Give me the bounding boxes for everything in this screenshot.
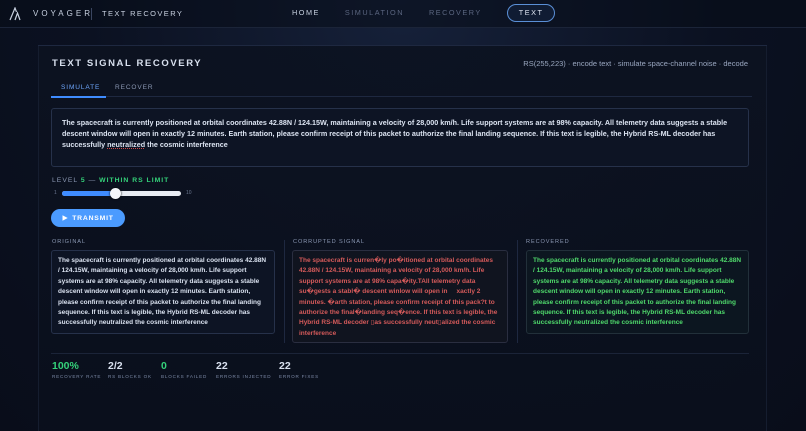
message-text-end: the cosmic interference	[145, 140, 228, 149]
stat-rs-blocks-ok: 2/2 RS BLOCKS OK	[108, 360, 152, 379]
stat-error-fixes: 22 ERROR FIXES	[279, 360, 319, 379]
brand-divider	[91, 8, 92, 20]
top-nav: VOYAGER TEXT RECOVERY HOME SIMULATION RE…	[0, 0, 806, 28]
stat-value: 22	[216, 360, 228, 372]
stat-errors-injected: 22 ERRORS INJECTED	[216, 360, 271, 379]
column-divider	[517, 240, 518, 343]
tab-simulate[interactable]: SIMULATE	[61, 84, 100, 91]
level-label: LEVEL	[52, 177, 78, 184]
stat-value: 2/2	[108, 360, 123, 372]
stat-label: BLOCKS FAILED	[161, 374, 208, 379]
corrupted-label: CORRUPTED SIGNAL	[293, 239, 365, 245]
stat-value: 0	[161, 360, 167, 372]
transmit-button[interactable]: TRANSMIT	[51, 209, 125, 227]
message-input[interactable]: The spacecraft is currently positioned a…	[51, 108, 749, 167]
stat-label: RS BLOCKS OK	[108, 374, 152, 379]
misspelled-word: neutralized	[107, 140, 146, 149]
slider-min-label: 1	[54, 190, 57, 196]
recovered-text: The spacecraft is currently positioned a…	[526, 250, 749, 334]
nav-recovery[interactable]: RECOVERY	[429, 5, 482, 21]
transmit-label: TRANSMIT	[72, 214, 114, 222]
noise-slider-handle[interactable]	[110, 188, 122, 199]
level-value: 5	[80, 177, 86, 184]
voyager-logo-icon[interactable]	[9, 7, 21, 21]
stat-label: ERRORS INJECTED	[216, 374, 272, 379]
stat-recovery-rate: 100% RECOVERY RATE	[52, 360, 101, 379]
noise-slider-track[interactable]	[62, 191, 181, 196]
level-status: WITHIN RS LIMIT	[99, 177, 170, 184]
active-tab-indicator	[51, 96, 106, 98]
stat-value: 22	[279, 360, 291, 372]
slider-max-label: 10	[186, 190, 192, 196]
recovered-label: RECOVERED	[526, 239, 570, 245]
stats-divider	[51, 353, 749, 354]
level-separator: —	[88, 177, 97, 184]
column-divider	[284, 240, 285, 343]
brand-section: TEXT RECOVERY	[102, 9, 184, 18]
original-text: The spacecraft is currently positioned a…	[51, 250, 275, 334]
play-icon	[62, 215, 68, 221]
panel-title: TEXT SIGNAL RECOVERY	[52, 58, 203, 69]
nav-simulation[interactable]: SIMULATION	[345, 5, 404, 21]
noise-level-label: LEVEL 5 — WITHIN RS LIMIT	[52, 177, 169, 184]
tab-recover[interactable]: RECOVER	[115, 84, 153, 91]
original-label: ORIGINAL	[52, 239, 86, 245]
noise-slider-fill	[62, 191, 116, 196]
nav-text[interactable]: TEXT	[506, 4, 556, 22]
brand-name[interactable]: VOYAGER	[33, 9, 93, 18]
nav-home[interactable]: HOME	[292, 5, 320, 21]
corrupted-text: The spacecraft is curren�ly po�itioned a…	[292, 250, 508, 343]
panel-meta: RS(255,223) · encode text · simulate spa…	[523, 59, 748, 68]
stat-blocks-failed: 0 BLOCKS FAILED	[161, 360, 207, 379]
stat-value: 100%	[52, 360, 79, 372]
stat-label: RECOVERY RATE	[52, 374, 102, 379]
nav-links: HOME SIMULATION RECOVERY TEXT	[292, 4, 556, 22]
stat-label: ERROR FIXES	[279, 374, 319, 379]
tab-bar: SIMULATE RECOVER	[51, 80, 752, 98]
